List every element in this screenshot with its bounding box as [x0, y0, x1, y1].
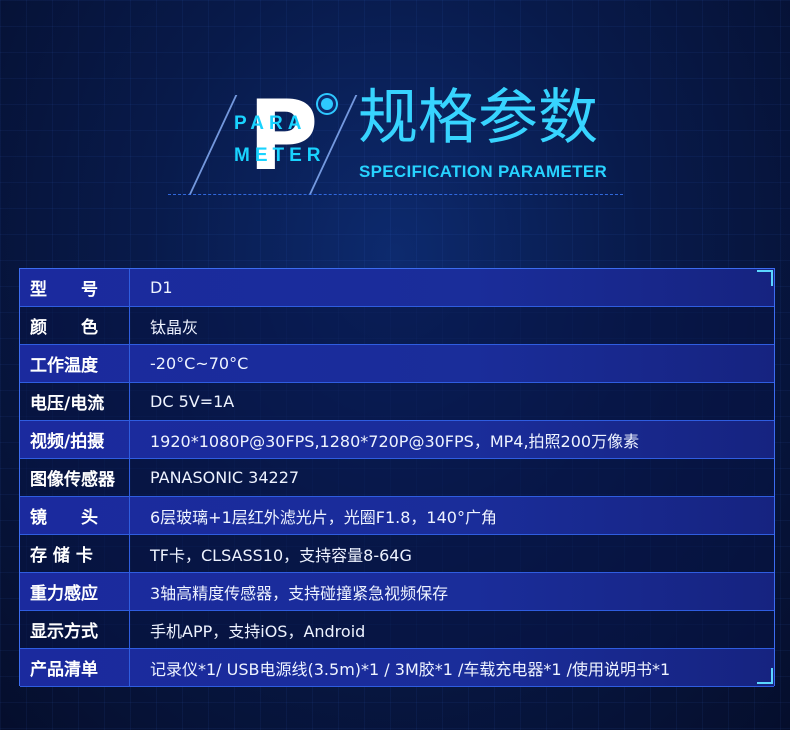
spec-value: PANASONIC 34227: [150, 468, 300, 487]
target-dot-icon: [321, 98, 333, 110]
table-row: 存 储 卡 TF卡，CLSASS10，支持容量8-64G: [20, 535, 774, 573]
spec-value: 钛晶灰: [150, 317, 199, 337]
logo-word-meter: METER: [234, 145, 326, 166]
spec-label: 重力感应: [20, 573, 130, 610]
spec-value: DC 5V=1A: [150, 392, 235, 411]
corner-decoration-bottom-right: [757, 668, 773, 684]
spec-label: 存 储 卡: [20, 535, 130, 572]
spec-label: 型 号: [20, 269, 130, 306]
table-row: 型 号 D1: [20, 269, 774, 307]
slash-decoration-left: [188, 95, 238, 195]
spec-value: TF卡，CLSASS10，支持容量8-64G: [150, 545, 412, 565]
spec-value: -20°C~70°C: [150, 354, 249, 373]
spec-label: 工作温度: [20, 345, 130, 382]
table-row: 显示方式 手机APP，支持iOS，Android: [20, 611, 774, 649]
table-row: 电压/电流 DC 5V=1A: [20, 383, 774, 421]
spec-value: 手机APP，支持iOS，Android: [150, 621, 366, 641]
spec-table: 型 号 D1 颜 色 钛晶灰 工作温度 -20°C~70°C 电压/电流 DC …: [19, 268, 775, 687]
table-row: 图像传感器 PANASONIC 34227: [20, 459, 774, 497]
spec-label: 镜 头: [20, 497, 130, 534]
spec-label: 产品清单: [20, 649, 130, 686]
spec-value: 记录仪*1/ USB电源线(3.5m)*1 / 3M胶*1 /车载充电器*1 /…: [150, 659, 671, 679]
table-row: 重力感应 3轴高精度传感器，支持碰撞紧急视频保存: [20, 573, 774, 611]
spec-label: 显示方式: [20, 611, 130, 648]
logo-letter: P: [248, 80, 319, 192]
spec-label: 视频/拍摄: [20, 421, 130, 458]
spec-value: D1: [150, 278, 173, 297]
spec-label: 电压/电流: [20, 383, 130, 420]
page-title: 规格参数: [358, 83, 598, 153]
spec-value: 1920*1080P@30FPS,1280*720P@30FPS，MP4,拍照2…: [150, 431, 640, 451]
header: P PARA METER 规格参数 SPECIFICATION PARAMETE…: [0, 0, 790, 250]
table-row: 产品清单 记录仪*1/ USB电源线(3.5m)*1 / 3M胶*1 /车载充电…: [20, 649, 774, 687]
table-row: 颜 色 钛晶灰: [20, 307, 774, 345]
spec-value: 3轴高精度传感器，支持碰撞紧急视频保存: [150, 583, 449, 603]
table-row: 工作温度 -20°C~70°C: [20, 345, 774, 383]
logo-word-para: PARA: [234, 113, 307, 134]
table-row: 镜 头 6层玻璃+1层红外滤光片，光圈F1.8，140°广角: [20, 497, 774, 535]
spec-label: 图像传感器: [20, 459, 130, 496]
header-divider: [168, 194, 623, 195]
corner-decoration-top-right: [757, 270, 773, 286]
spec-label: 颜 色: [20, 307, 130, 344]
page-subtitle: SPECIFICATION PARAMETER: [359, 162, 608, 181]
spec-value: 6层玻璃+1层红外滤光片，光圈F1.8，140°广角: [150, 507, 497, 527]
table-row: 视频/拍摄 1920*1080P@30FPS,1280*720P@30FPS，M…: [20, 421, 774, 459]
